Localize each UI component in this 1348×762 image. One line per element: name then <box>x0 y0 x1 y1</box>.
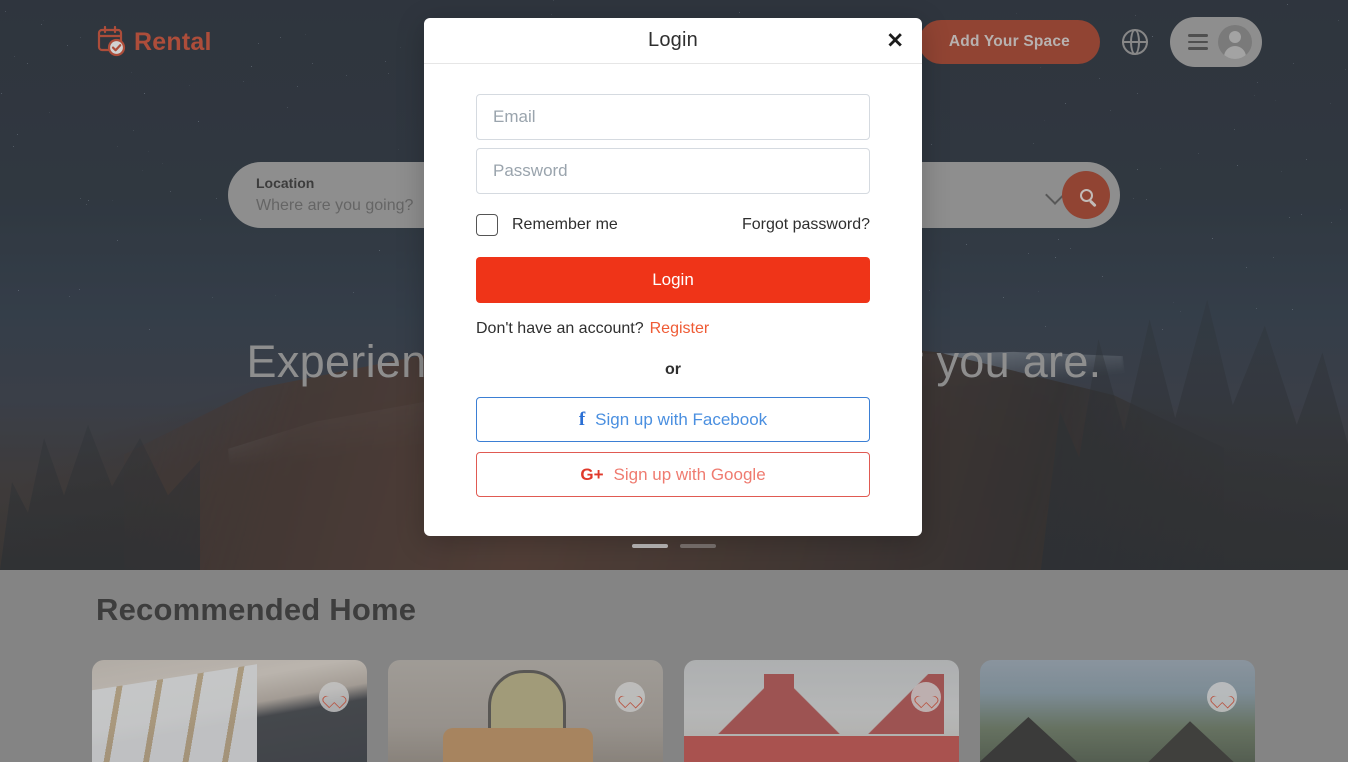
modal-header: Login ✕ <box>424 18 922 64</box>
email-field[interactable] <box>476 94 870 140</box>
signup-facebook-label: Sign up with Facebook <box>595 409 768 429</box>
modal-title: Login <box>648 29 698 51</box>
or-divider-label: or <box>665 361 681 378</box>
register-prompt: Don't have an account? <box>476 320 644 337</box>
signup-google-button[interactable]: G+ Sign up with Google <box>476 452 870 497</box>
signup-facebook-button[interactable]: f Sign up with Facebook <box>476 397 870 442</box>
password-field[interactable] <box>476 148 870 194</box>
google-plus-icon: G+ <box>580 464 604 484</box>
page-root: Rental Add Your Space Location Where are… <box>0 0 1348 762</box>
signup-google-label: Sign up with Google <box>613 464 766 484</box>
register-link[interactable]: Register <box>650 320 710 337</box>
facebook-icon: f <box>578 408 586 430</box>
remember-me-label: Remember me <box>512 216 618 233</box>
remember-row: Remember me Forgot password? <box>476 214 870 236</box>
modal-body: Remember me Forgot password? Login Don't… <box>424 64 922 497</box>
register-row: Don't have an account? Register <box>476 320 870 338</box>
login-submit-button[interactable]: Login <box>476 257 870 303</box>
close-icon[interactable]: ✕ <box>886 30 904 51</box>
login-modal: Login ✕ Remember me Forgot password? Log… <box>424 18 922 536</box>
forgot-password-link[interactable]: Forgot password? <box>742 216 870 234</box>
remember-me-checkbox[interactable] <box>476 214 498 236</box>
